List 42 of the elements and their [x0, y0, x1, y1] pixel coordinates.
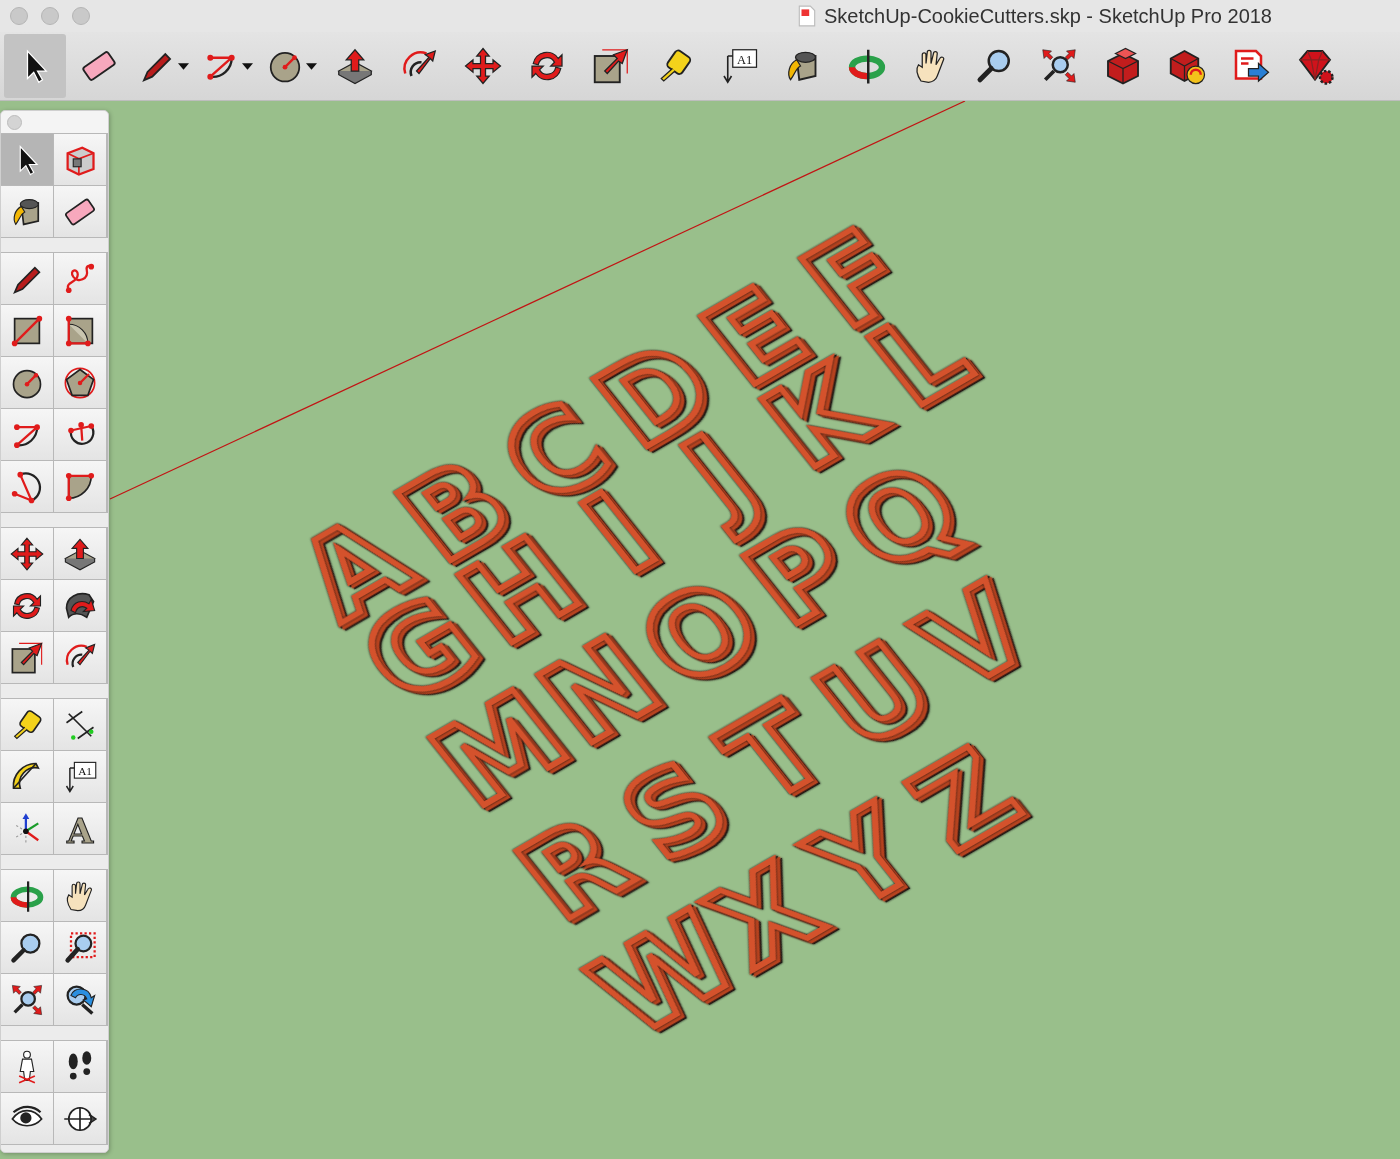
- tool-button[interactable]: [1, 357, 53, 408]
- tool-button[interactable]: A1: [54, 751, 106, 802]
- tool-button[interactable]: [1, 580, 53, 631]
- tool-button[interactable]: [1, 305, 53, 356]
- tool-button[interactable]: [1, 699, 53, 750]
- tool-button[interactable]: [1, 974, 53, 1025]
- scale-icon: [591, 46, 631, 86]
- 3d-text-icon: A: [62, 810, 98, 847]
- tool-button[interactable]: [4, 34, 66, 98]
- tool-button[interactable]: [1, 253, 53, 304]
- move-icon: [463, 46, 503, 86]
- tool-button[interactable]: [54, 699, 106, 750]
- tool-button[interactable]: [1, 528, 53, 579]
- tool-button[interactable]: [1, 186, 53, 237]
- tool-button[interactable]: [54, 870, 106, 921]
- tool-button[interactable]: [54, 528, 106, 579]
- tool-button[interactable]: [1, 632, 53, 683]
- window-title: SketchUp-CookieCutters.skp - SketchUp Pro 2018: [824, 4, 1272, 28]
- tool-button[interactable]: [1, 803, 53, 854]
- push-pull-icon: [335, 46, 375, 86]
- tool-button[interactable]: [54, 580, 106, 631]
- move-icon: [9, 535, 45, 572]
- tool-button[interactable]: [54, 186, 106, 237]
- tool-button[interactable]: [54, 632, 106, 683]
- scale-icon: [9, 639, 45, 676]
- zoom-window-icon: [62, 929, 98, 966]
- tool-button[interactable]: [54, 409, 106, 460]
- tool-button[interactable]: [54, 1041, 106, 1092]
- tool-button[interactable]: [54, 305, 106, 356]
- tool-button[interactable]: [1, 922, 53, 973]
- tool-button[interactable]: [1, 1041, 53, 1092]
- tool-button[interactable]: A1: [708, 34, 770, 98]
- zoom-extents-icon: [1039, 46, 1079, 86]
- tool-button[interactable]: [1, 751, 53, 802]
- tool-button[interactable]: [54, 974, 106, 1025]
- tool-button[interactable]: [1, 870, 53, 921]
- tool-button[interactable]: [1, 461, 53, 512]
- tool-button[interactable]: [54, 922, 106, 973]
- tool-button[interactable]: [54, 357, 106, 408]
- tool-button[interactable]: [1, 1093, 53, 1144]
- tool-button[interactable]: [54, 1093, 106, 1144]
- document-icon: [798, 5, 816, 27]
